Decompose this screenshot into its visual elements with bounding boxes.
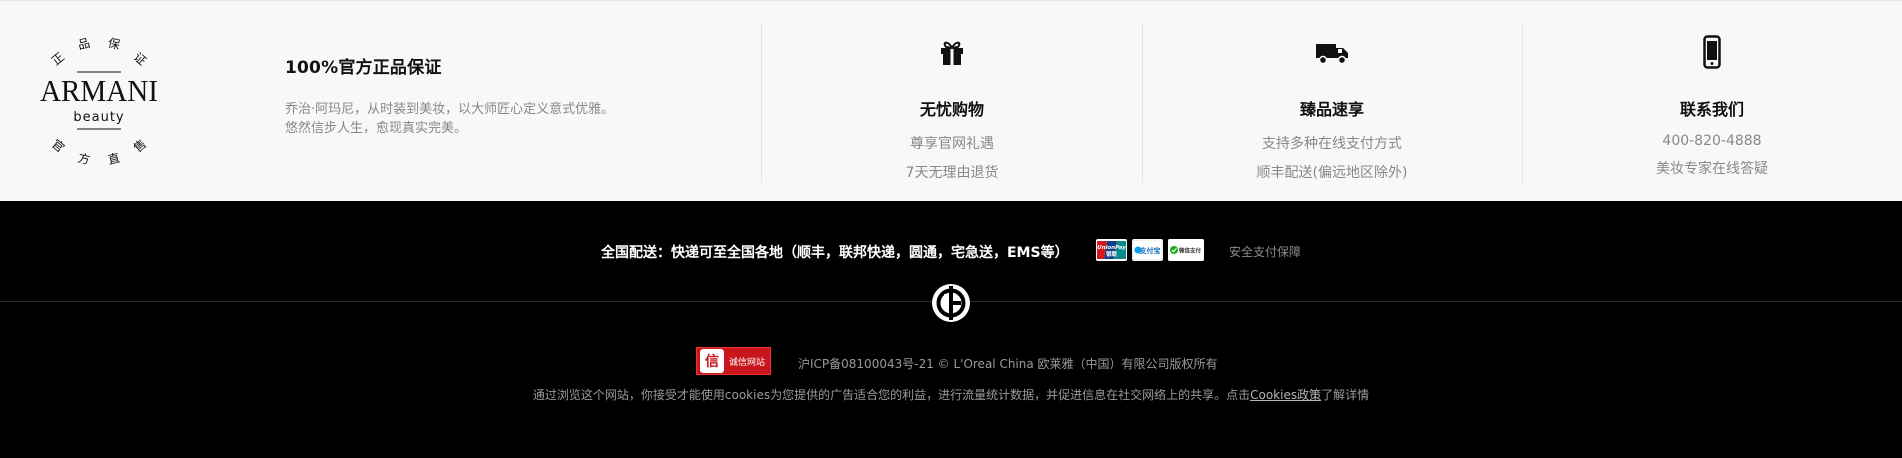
gift-icon — [772, 35, 1132, 69]
legal-row: 信 诚信网站 沪ICP备08100043号-21 © L'Oreal China… — [0, 347, 1902, 375]
seal-char-bottom-4: 售 — [130, 136, 149, 155]
seal-char-top-3: 保 — [107, 36, 122, 52]
secure-payment-label: 安全支付保障 — [1229, 245, 1302, 259]
alipay-icon: 支付宝 — [1132, 239, 1163, 261]
feature-worry-free-shopping: 无忧购物 尊享官网礼遇 7天无理由退货 — [772, 35, 1132, 182]
feature-contact-us: 联系我们 400-820-4888 美妆专家在线答疑 — [1532, 35, 1892, 178]
credit-badge-glyph: 信 — [700, 349, 724, 373]
divider — [761, 23, 762, 183]
svg-text:UnionPay: UnionPay — [1097, 245, 1126, 251]
feature-line: 美妆专家在线答疑 — [1656, 161, 1768, 177]
seal-char-bottom-2: 方 — [77, 150, 92, 167]
feature-line: 7天无理由退货 — [905, 165, 999, 181]
shipping-text: 全国配送：快递可至全国各地（顺丰，联邦快递，圆通，宅急送，EMS等） — [601, 245, 1069, 261]
authenticity-guarantee: 100%官方正品保证 乔治·阿玛尼，从时装到美妆，以大师匠心定义意式优雅。 悠然… — [285, 53, 725, 138]
icp-copyright: 沪ICP备08100043号-21 © L'Oreal China 欧莱雅（中国… — [798, 357, 1218, 371]
feature-line: 尊享官网礼遇 — [910, 136, 994, 152]
divider — [1522, 23, 1523, 183]
guarantee-line-2: 悠然信步人生，愈现真实完美。 — [285, 121, 468, 136]
seal-char-top-2: 品 — [77, 36, 92, 52]
seal-char-top-1: 正 — [49, 50, 67, 68]
feature-line: 顺丰配送(偏远地区除外) — [1256, 165, 1408, 181]
footer-black-band: 全国配送：快递可至全国各地（顺丰，联邦快递，圆通，宅急送，EMS等） Union… — [0, 201, 1902, 458]
wechatpay-icon: 微信支付 — [1168, 239, 1204, 261]
svg-text:支付宝: 支付宝 — [1139, 246, 1161, 255]
feature-title: 臻品速享 — [1299, 100, 1364, 119]
credit-badge-text: 诚信网站 — [729, 357, 766, 368]
truck-icon — [1152, 35, 1512, 69]
shipping-row: 全国配送：快递可至全国各地（顺丰，联邦快递，圆通，宅急送，EMS等） Union… — [0, 239, 1902, 263]
feature-fast-delivery: 臻品速享 支持多种在线支付方式 顺丰配送(偏远地区除外) — [1152, 35, 1512, 182]
guarantee-title: 100%官方正品保证 — [285, 58, 442, 78]
seal-char-bottom-1: 官 — [49, 136, 68, 155]
cookie-policy-link[interactable]: Cookies政策 — [1250, 388, 1321, 402]
guarantee-description: 乔治·阿玛尼，从时装到美妆，以大师匠心定义意式优雅。 悠然信步人生，愈现真实完美… — [285, 100, 725, 138]
seal-char-top-4: 证 — [131, 50, 149, 68]
feature-title: 联系我们 — [1679, 100, 1744, 119]
divider — [1142, 23, 1143, 183]
contact-phone[interactable]: 400-820-4888 — [1532, 133, 1892, 149]
credit-site-badge[interactable]: 信 诚信网站 — [696, 347, 771, 375]
unionpay-icon: UnionPay 银联 — [1096, 239, 1127, 261]
svg-text:银联: 银联 — [1106, 250, 1118, 258]
giorgio-armani-logo-icon[interactable] — [930, 282, 972, 324]
feature-line: 支持多种在线支付方式 — [1262, 136, 1402, 152]
cookie-suffix: 了解详情 — [1321, 388, 1370, 402]
armani-beauty-seal-logo[interactable]: 正 品 保 证 官 方 直 售 ARMANI beauty — [34, 29, 164, 171]
feature-title: 无忧购物 — [919, 100, 984, 119]
armani-wordmark: ARMANI — [40, 73, 158, 108]
cookie-notice: 通过浏览这个网站，你接受才能使用cookies为您提供的广告适合您的利益，进行流… — [0, 386, 1902, 403]
phone-icon — [1532, 35, 1892, 69]
seal-char-bottom-3: 直 — [107, 151, 122, 167]
footer-guarantee-band: 正 品 保 证 官 方 直 售 ARMANI beauty 100%官方正品保证… — [0, 0, 1902, 201]
svg-text:微信支付: 微信支付 — [1178, 247, 1202, 255]
cookie-prefix: 通过浏览这个网站，你接受才能使用cookies为您提供的广告适合您的利益，进行流… — [532, 388, 1251, 402]
guarantee-line-1: 乔治·阿玛尼，从时装到美妆，以大师匠心定义意式优雅。 — [285, 102, 615, 117]
beauty-wordmark: beauty — [73, 110, 124, 125]
